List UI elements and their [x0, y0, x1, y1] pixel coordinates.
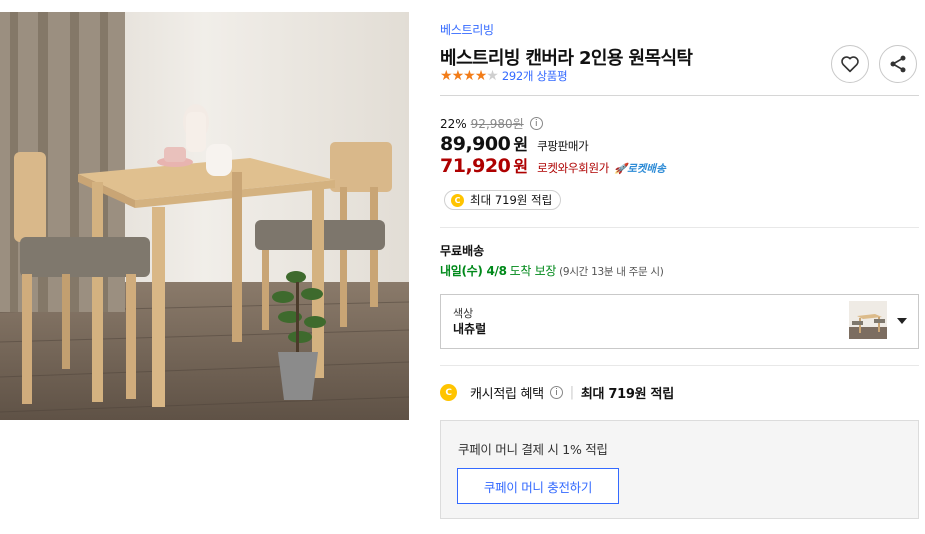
- cash-amount: 최대 719원 적립: [580, 387, 674, 402]
- share-icon: [890, 55, 906, 73]
- chevron-down-icon: [897, 318, 907, 324]
- divider: [440, 365, 919, 366]
- review-count-link[interactable]: 292개 상품평: [502, 68, 568, 84]
- wishlist-button[interactable]: [831, 45, 869, 83]
- discount-row: 22% 92,980원 i: [440, 115, 543, 132]
- star-icon: ★: [463, 68, 476, 84]
- sale-price-row: 89,900 원 쿠팡판매가: [440, 131, 589, 155]
- member-price: 71,920: [440, 155, 511, 177]
- star-icon: ★: [451, 68, 465, 84]
- product-title: 베스트리빙 캔버라 2인용 원목식탁: [440, 48, 693, 69]
- sale-price-label: 쿠팡판매가: [537, 139, 589, 153]
- divider: [440, 95, 919, 96]
- sale-price: 89,900: [440, 133, 511, 155]
- rocket-delivery-badge: 🚀로켓배송: [614, 163, 666, 175]
- option-thumbnail: [849, 301, 887, 339]
- separator: |: [569, 385, 574, 400]
- coin-icon: C: [440, 384, 457, 401]
- member-price-unit: 원: [513, 157, 529, 176]
- member-price-label: 로켓와우회원가: [537, 161, 610, 175]
- coupay-charge-button[interactable]: 쿠페이 머니 충전하기: [457, 468, 619, 504]
- option-value: 내츄럴: [453, 322, 487, 336]
- star-icon: ★: [486, 68, 499, 84]
- cash-label: 캐시적립 혜택: [470, 387, 544, 402]
- sale-price-unit: 원: [513, 135, 529, 154]
- dining-table-photo: [0, 12, 409, 420]
- arrival-date: 내일(수) 4/8: [440, 264, 507, 278]
- info-icon[interactable]: i: [529, 117, 543, 130]
- cash-reward-row: C 캐시적립 혜택 i | 최대 719원 적립: [440, 383, 674, 402]
- arrival-guarantee: 도착 보장: [509, 264, 557, 278]
- rating-summary: ★★★★★ 292개 상품평: [440, 68, 568, 84]
- original-price: 92,980원: [470, 117, 524, 131]
- color-option-select[interactable]: 색상 내츄럴: [440, 294, 919, 349]
- star-icon: ★: [440, 68, 453, 84]
- discount-rate: 22%: [440, 116, 467, 131]
- coupay-box: 쿠페이 머니 결제 시 1% 적립 쿠페이 머니 충전하기: [440, 420, 919, 519]
- coupay-text: 쿠페이 머니 결제 시 1% 적립: [458, 442, 608, 457]
- share-button[interactable]: [879, 45, 917, 83]
- heart-icon: [841, 56, 859, 73]
- product-info-panel: 베스트리빙 베스트리빙 캔버라 2인용 원목식탁 ★★★★★ 292개 상품평 …: [440, 0, 919, 534]
- info-icon[interactable]: i: [549, 386, 563, 399]
- member-price-row: 71,920 원 로켓와우회원가 🚀로켓배송: [440, 153, 666, 177]
- points-badge: C 최대 719원 적립: [444, 190, 562, 210]
- coin-icon: C: [451, 193, 464, 207]
- star-rating: ★★★★★: [440, 68, 499, 84]
- shipping-info: 내일(수) 4/8 도착 보장 (9시간 13분 내 주문 시): [440, 262, 664, 279]
- product-image: [0, 12, 409, 420]
- shipping-title: 무료배송: [440, 244, 485, 258]
- points-text: 최대 719원 적립: [470, 193, 553, 207]
- order-cutoff-note: (9시간 13분 내 주문 시): [559, 266, 664, 278]
- divider: [440, 227, 919, 228]
- option-thumbnail-image: [849, 301, 887, 339]
- brand-link[interactable]: 베스트리빙: [440, 21, 494, 38]
- star-icon: ★: [474, 68, 488, 84]
- option-label: 색상: [453, 307, 474, 320]
